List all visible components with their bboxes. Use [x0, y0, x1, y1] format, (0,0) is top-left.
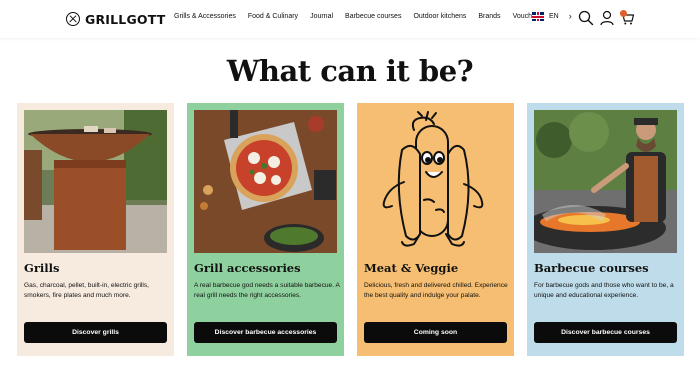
discover-barbecue-accessories-button[interactable]: Discover barbecue accessories [194, 322, 337, 343]
logo-text: GRILLGOTT [85, 11, 166, 27]
barbecue-courses-image [534, 110, 677, 253]
search-icon[interactable] [578, 10, 594, 26]
user-icon[interactable] [599, 10, 615, 26]
site-header: GRILLGOTT Grills & Accessories Food & Cu… [0, 0, 700, 38]
chevron-right-icon: › [568, 11, 572, 21]
grills-image [24, 110, 167, 253]
card-title: Barbecue courses [534, 261, 649, 275]
nav-item-barbecue-courses[interactable]: Barbecue courses [345, 13, 401, 20]
card-description: A real barbecue god needs a suitable bar… [194, 282, 340, 299]
category-card-barbecue-courses: Barbecue courses For barbecue gods and t… [527, 103, 684, 356]
nav-item-food-culinary[interactable]: Food & Culinary [248, 13, 298, 20]
page-title: What can it be? [226, 54, 474, 88]
card-description: Gas, charcoal, pellet, built-in, electri… [24, 282, 149, 299]
card-title: Grill accessories [194, 261, 301, 275]
main-nav: Grills & Accessories Food & Culinary Jou… [174, 13, 554, 20]
nav-item-outdoor-kitchens[interactable]: Outdoor kitchens [413, 13, 466, 20]
uk-flag-icon [532, 12, 544, 21]
card-description: For barbecue gods and those who want to … [534, 282, 674, 299]
logo-icon [66, 12, 80, 26]
card-title: Grills [24, 261, 60, 275]
category-card-grills: Grills Gas, charcoal, pellet, built-in, … [17, 103, 174, 356]
hotdog-mascot-illustration [364, 110, 507, 253]
nav-item-journal[interactable]: Journal [310, 13, 333, 20]
discover-grills-button[interactable]: Discover grills [24, 322, 167, 343]
category-card-meat-veggie: Meat & Veggie Delicious, fresh and deliv… [357, 103, 514, 356]
cart-badge [620, 10, 627, 17]
coming-soon-button[interactable]: Coming soon [364, 322, 507, 343]
language-code: EN [549, 13, 559, 20]
logo[interactable]: GRILLGOTT [66, 10, 166, 28]
card-description: Delicious, fresh and delivered chilled. … [364, 282, 508, 299]
discover-barbecue-courses-button[interactable]: Discover barbecue courses [534, 322, 677, 343]
nav-item-grills-accessories[interactable]: Grills & Accessories [174, 13, 236, 20]
nav-item-brands[interactable]: Brands [478, 13, 500, 20]
grill-accessories-image [194, 110, 337, 253]
card-title: Meat & Veggie [364, 261, 459, 275]
language-selector[interactable]: EN › [532, 12, 572, 21]
category-card-grill-accessories: Grill accessories A real barbecue god ne… [187, 103, 344, 356]
